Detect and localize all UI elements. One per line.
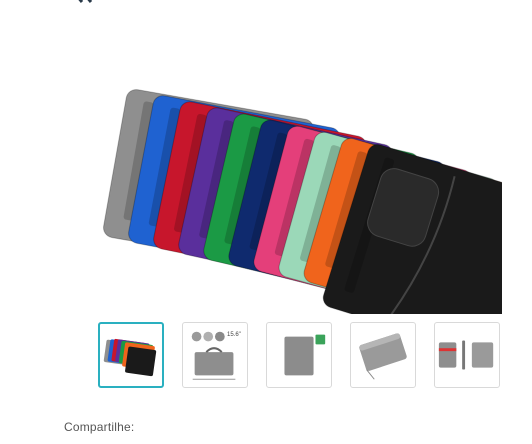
share-label: Compartilhe:: [64, 420, 135, 434]
sleeve-set-thumbnail-image: [438, 340, 494, 370]
product-main-image[interactable]: [98, 18, 532, 362]
laptop-sleeves-illustration: [103, 89, 532, 362]
thumbnail-strip: 15.6": [98, 322, 502, 392]
gray-sleeve-thumbnail-image: [284, 334, 326, 376]
thumbnail-gray-angle[interactable]: [350, 322, 416, 388]
thumbnail-colors[interactable]: [98, 322, 164, 388]
thumbnail-set[interactable]: [434, 322, 500, 388]
colors-thumbnail-image: [103, 338, 157, 377]
top-partial-icon: [78, 0, 93, 3]
size-label: 15.6": [227, 332, 241, 338]
thumbnail-dimensions[interactable]: 15.6": [182, 322, 248, 388]
gray-sleeve-angle-thumbnail-image: [359, 333, 407, 380]
thumbnail-gray-flat[interactable]: [266, 322, 332, 388]
